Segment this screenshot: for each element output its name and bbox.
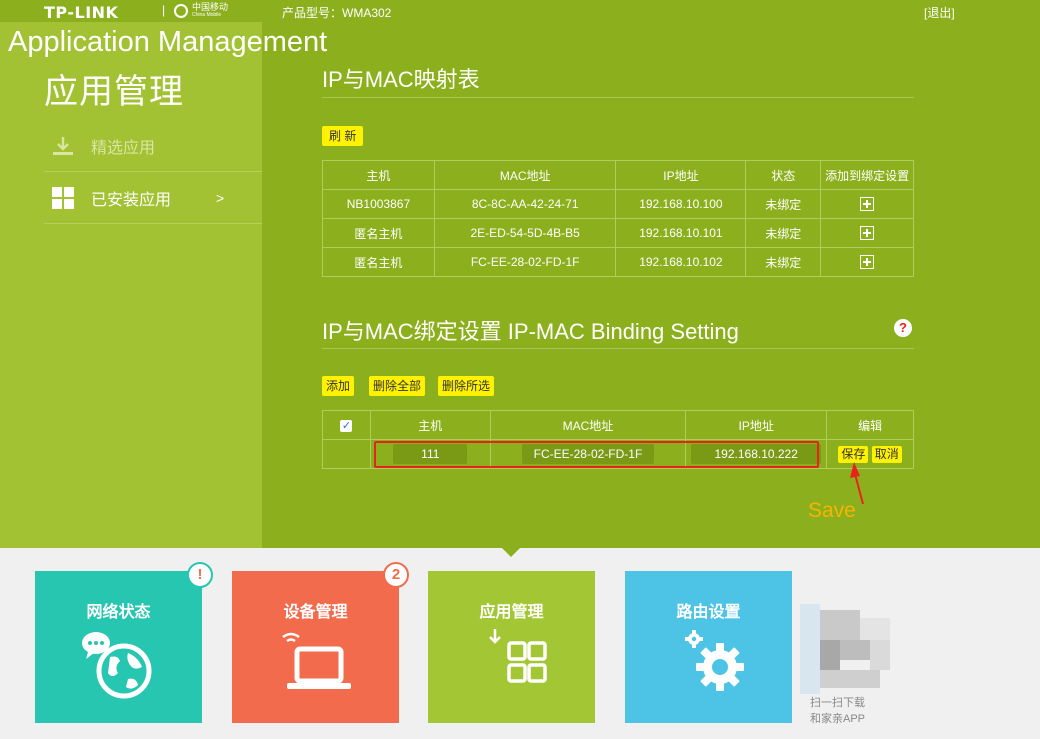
help-icon[interactable]: ? bbox=[894, 319, 912, 337]
save-annotation: Save bbox=[808, 499, 856, 522]
cancel-button[interactable]: 取消 bbox=[871, 445, 902, 463]
tile-app-management[interactable]: 应用管理 bbox=[428, 571, 595, 723]
edit-row-highlight bbox=[374, 441, 819, 468]
tile-network-status[interactable]: 网络状态 bbox=[35, 571, 202, 723]
table-row: 匿名主机 2E-ED-54-5D-4B-B5 192.168.10.101 未绑… bbox=[322, 218, 914, 248]
column-header: MAC地址 bbox=[489, 410, 687, 440]
add-to-binding-icon[interactable] bbox=[860, 197, 875, 212]
china-mobile-icon bbox=[174, 3, 188, 18]
status-cell: 未绑定 bbox=[745, 218, 822, 248]
delete-selected-button[interactable]: 删除所选 bbox=[438, 376, 495, 396]
logout-link[interactable]: [退出] bbox=[924, 4, 955, 21]
add-button[interactable]: 添加 bbox=[322, 376, 355, 396]
ip-cell: 192.168.10.100 bbox=[615, 189, 747, 219]
tile-device-management[interactable]: 设备管理 bbox=[232, 571, 399, 723]
china-mobile-logo: 中国移动 China Mobile bbox=[174, 3, 228, 18]
add-to-binding-icon[interactable] bbox=[860, 255, 875, 270]
mapping-table: 主机 MAC地址 IP地址 状态 添加到绑定设置 NB1003867 8C-8C… bbox=[322, 160, 914, 277]
sidebar-title: 应用管理 bbox=[44, 73, 184, 111]
delete-all-button[interactable]: 删除全部 bbox=[369, 376, 426, 396]
ip-cell: 192.168.10.101 bbox=[615, 218, 747, 248]
main-content: IP与MAC映射表 刷 新 主机 MAC地址 IP地址 状态 添加到绑定设置 N… bbox=[262, 22, 1040, 548]
qr-caption: 扫一扫下载 和家亲APP bbox=[810, 695, 865, 727]
binding-title: IP与MAC绑定设置 IP-MAC Binding Setting bbox=[322, 319, 739, 344]
tile-label: 网络状态 bbox=[86, 604, 151, 621]
sidebar-item-label: 精选应用 bbox=[91, 139, 156, 157]
active-pointer bbox=[502, 548, 520, 557]
mac-cell: 2E-ED-54-5D-4B-B5 bbox=[433, 218, 617, 248]
apps-download-icon bbox=[428, 629, 595, 699]
host-cell: 匿名主机 bbox=[322, 218, 435, 248]
host-cell: 匿名主机 bbox=[322, 247, 435, 277]
host-cell: NB1003867 bbox=[322, 189, 435, 219]
sidebar: 应用管理 精选应用 已安装应用 > bbox=[0, 22, 264, 548]
alert-badge: ! bbox=[187, 562, 213, 588]
china-mobile-cn: 中国移动 bbox=[192, 2, 229, 12]
column-header: IP地址 bbox=[685, 410, 828, 440]
qr-code bbox=[800, 604, 890, 694]
tp-link-logo: TP-LINK bbox=[44, 3, 119, 22]
column-header: 编辑 bbox=[826, 410, 914, 440]
select-all-checkbox[interactable]: ✓ bbox=[340, 419, 353, 432]
qr-caption-line: 和家亲APP bbox=[810, 713, 866, 725]
table-row: 匿名主机 FC-EE-28-02-FD-1F 192.168.10.102 未绑… bbox=[322, 247, 914, 277]
tile-label: 应用管理 bbox=[479, 604, 544, 621]
table-row: NB1003867 8C-8C-AA-42-24-71 192.168.10.1… bbox=[322, 189, 914, 219]
add-to-binding-icon[interactable] bbox=[860, 226, 875, 241]
refresh-button[interactable]: 刷 新 bbox=[322, 126, 364, 146]
model-label: 产品型号：WMA302 bbox=[282, 6, 392, 20]
tile-label: 路由设置 bbox=[676, 604, 741, 621]
logo-separator: | bbox=[162, 3, 166, 17]
mac-cell: 8C-8C-AA-42-24-71 bbox=[433, 189, 617, 219]
download-icon bbox=[52, 136, 82, 156]
sidebar-item-featured-apps[interactable]: 精选应用 bbox=[44, 120, 264, 172]
mac-cell: FC-EE-28-02-FD-1F bbox=[433, 247, 617, 277]
gears-icon bbox=[625, 629, 792, 699]
status-cell: 未绑定 bbox=[745, 189, 822, 219]
count-badge: 2 bbox=[383, 562, 409, 588]
mapping-title: IP与MAC映射表 bbox=[322, 67, 480, 92]
divider bbox=[322, 97, 914, 98]
qr-caption-line: 扫一扫下载 bbox=[810, 697, 865, 709]
column-header: 主机 bbox=[322, 160, 435, 190]
sidebar-item-label: 已安装应用 bbox=[91, 191, 172, 209]
chevron-right-icon: > bbox=[216, 189, 225, 206]
overlay-title: Application Management bbox=[8, 26, 328, 58]
apps-grid-icon bbox=[52, 186, 82, 209]
laptop-wifi-icon bbox=[232, 629, 399, 699]
column-header: 主机 bbox=[369, 410, 491, 440]
column-header: 状态 bbox=[745, 160, 822, 190]
column-header: 添加到绑定设置 bbox=[820, 160, 914, 190]
china-mobile-en: China Mobile bbox=[192, 12, 222, 18]
column-header: MAC地址 bbox=[433, 160, 617, 190]
top-bar: TP-LINK | 中国移动 China Mobile 产品型号：WMA302 … bbox=[0, 0, 1040, 23]
sidebar-item-installed-apps[interactable]: 已安装应用 > bbox=[44, 172, 264, 224]
status-cell: 未绑定 bbox=[745, 247, 822, 277]
tile-label: 设备管理 bbox=[283, 604, 348, 621]
globe-icon bbox=[35, 629, 202, 699]
ip-cell: 192.168.10.102 bbox=[615, 247, 747, 277]
column-header: IP地址 bbox=[615, 160, 747, 190]
divider bbox=[322, 348, 914, 349]
tile-router-settings[interactable]: 路由设置 bbox=[625, 571, 792, 723]
